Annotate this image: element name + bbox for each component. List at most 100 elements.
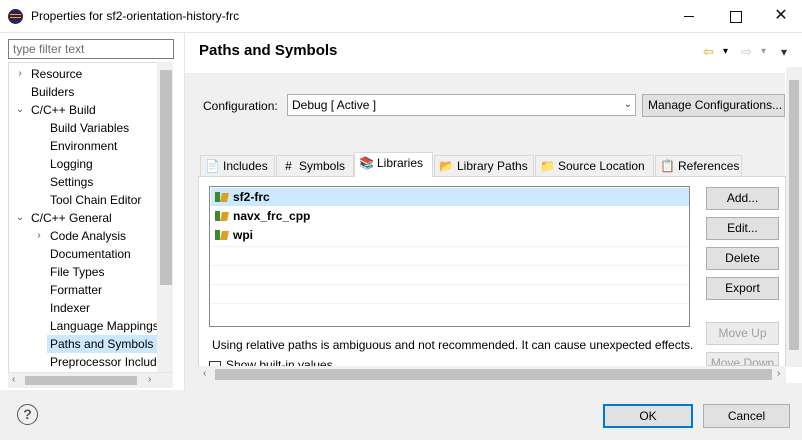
tree-item-label: File Types	[50, 265, 105, 279]
library-name: sf2-frc	[233, 190, 270, 204]
tree-item-language-mappings[interactable]: Language Mappings	[50, 317, 159, 335]
tree-item-label: Logging	[50, 157, 93, 171]
maximize-icon[interactable]	[712, 0, 758, 32]
tree-item-cpp-general[interactable]: C/C++ General	[31, 209, 112, 227]
tree-item-cpp-build[interactable]: C/C++ Build	[31, 101, 96, 119]
export-button[interactable]: Export	[706, 277, 779, 300]
relative-paths-warning: Using relative paths is ambiguous and no…	[212, 338, 694, 352]
list-item[interactable]: navx_frc_cpp	[211, 207, 689, 225]
tree-item-formatter[interactable]: Formatter	[50, 281, 102, 299]
tree-item-label: Tool Chain Editor	[50, 193, 142, 207]
tab-references[interactable]: 📋 References	[655, 155, 742, 176]
scroll-right-icon[interactable]: ›	[148, 374, 151, 385]
row-divider	[211, 265, 689, 266]
library-icon	[215, 210, 229, 222]
chevron-right-icon[interactable]: ›	[34, 227, 44, 245]
source-location-icon: 📁	[540, 159, 555, 173]
tab-source-location[interactable]: 📁 Source Location	[535, 155, 654, 176]
chevron-down-icon: ⌄	[623, 99, 632, 110]
tree-item-label: Builders	[31, 85, 75, 99]
minimize-icon[interactable]	[666, 0, 712, 32]
list-item[interactable]: sf2-frc	[211, 188, 689, 206]
tree-item-label: C/C++ General	[31, 211, 112, 225]
configuration-select[interactable]: Debug [ Active ] ⌄	[287, 94, 636, 116]
help-icon[interactable]: ?	[17, 404, 38, 425]
tab-symbols[interactable]: # Symbols	[276, 155, 354, 176]
tree-item-label: Preprocessor Include Paths	[50, 355, 173, 369]
tree-item-preprocessor-include-paths[interactable]: Preprocessor Include Paths	[50, 353, 173, 371]
references-icon: 📋	[660, 159, 675, 173]
chevron-right-icon[interactable]: ›	[15, 65, 25, 83]
tab-label: Symbols	[299, 159, 346, 173]
delete-button[interactable]: Delete	[706, 247, 779, 270]
tree-item-label: Code Analysis	[50, 229, 127, 243]
tab-label: Includes	[223, 159, 268, 173]
filter-input[interactable]	[8, 39, 174, 59]
tree-item-tool-chain-editor[interactable]: Tool Chain Editor	[50, 191, 141, 209]
title-bar: Properties for sf2-orientation-history-f…	[0, 0, 802, 33]
eclipse-app-icon	[8, 9, 23, 24]
page-horizontal-scroll-thumb[interactable]	[215, 369, 772, 380]
manage-configurations-button[interactable]: Manage Configurations...	[642, 94, 785, 117]
tree-item-documentation[interactable]: Documentation	[50, 245, 131, 263]
move-up-button[interactable]: Move Up	[706, 322, 779, 345]
window-title: Properties for sf2-orientation-history-f…	[31, 9, 240, 23]
tab-library-paths[interactable]: 📂 Library Paths	[434, 155, 534, 176]
tree-horizontal-scroll-thumb[interactable]	[25, 376, 137, 385]
tab-label: Libraries	[377, 156, 424, 170]
tree-item-builders[interactable]: Builders	[31, 83, 74, 101]
tree-item-label: Indexer	[50, 301, 91, 315]
includes-icon: 📄	[205, 159, 220, 173]
tab-label: Source Location	[558, 159, 645, 173]
close-icon[interactable]: ✕	[758, 0, 802, 32]
tree-item-logging[interactable]: Logging	[50, 155, 93, 173]
forward-dropdown-icon: ▾	[761, 46, 767, 57]
tree-item-code-analysis[interactable]: Code Analysis	[50, 227, 126, 245]
edit-button[interactable]: Edit...	[706, 217, 779, 240]
tree-item-label: Environment	[50, 139, 118, 153]
cancel-button[interactable]: Cancel	[703, 404, 790, 428]
tree-item-label: Documentation	[50, 247, 131, 261]
tab-label: References	[678, 159, 740, 173]
tab-label: Library Paths	[457, 159, 528, 173]
tree-item-resource[interactable]: Resource	[31, 65, 82, 83]
page-bottom-strip	[185, 383, 802, 390]
scroll-right-icon[interactable]: ›	[777, 368, 780, 379]
add-button[interactable]: Add...	[706, 187, 779, 210]
tree-item-label: C/C++ Build	[31, 103, 96, 117]
ok-button[interactable]: OK	[603, 404, 693, 428]
row-divider	[211, 284, 689, 285]
tree-item-file-types[interactable]: File Types	[50, 263, 104, 281]
tree-item-build-variables[interactable]: Build Variables	[50, 119, 129, 137]
row-divider	[211, 246, 689, 247]
tree-item-settings[interactable]: Settings	[50, 173, 93, 191]
tree-item-indexer[interactable]: Indexer	[50, 299, 90, 317]
tree-item-label: Resource	[31, 67, 83, 81]
configuration-label: Configuration:	[203, 99, 278, 113]
tree-item-label: Formatter	[50, 283, 103, 297]
page-vertical-scroll-thumb[interactable]	[789, 80, 799, 350]
view-menu-icon[interactable]: ▾	[781, 45, 787, 59]
libraries-list[interactable]: sf2-frc navx_frc_cpp wpi	[209, 186, 690, 327]
list-item[interactable]: wpi	[211, 226, 689, 244]
chevron-down-icon[interactable]: ⌄	[15, 209, 25, 227]
back-arrow-icon[interactable]: ⇦	[703, 44, 714, 60]
tab-libraries[interactable]: 📚 Libraries	[354, 152, 433, 177]
tree-item-label: Language Mappings	[50, 319, 159, 333]
page-title: Paths and Symbols	[199, 42, 338, 59]
tree-item-environment[interactable]: Environment	[50, 137, 117, 155]
chevron-down-icon[interactable]: ⌄	[15, 101, 25, 119]
back-dropdown-icon[interactable]: ▾	[723, 46, 728, 57]
tree-item-paths-and-symbols[interactable]: Paths and Symbols	[47, 335, 157, 353]
move-down-button[interactable]: Move Down	[706, 352, 779, 366]
library-name: wpi	[233, 228, 253, 242]
tree-item-label: Build Variables	[50, 121, 130, 135]
show-builtin-label: Show built-in values	[226, 358, 333, 366]
tree-vertical-scroll-thumb[interactable]	[160, 70, 172, 285]
tab-includes[interactable]: 📄 Includes	[200, 155, 275, 176]
scroll-left-icon[interactable]: ‹	[12, 374, 15, 385]
forward-arrow-icon: ⇨	[741, 44, 752, 59]
scroll-left-icon[interactable]: ‹	[203, 368, 206, 379]
tree-item-label: Settings	[50, 175, 94, 189]
libraries-icon: 📚	[359, 156, 374, 170]
